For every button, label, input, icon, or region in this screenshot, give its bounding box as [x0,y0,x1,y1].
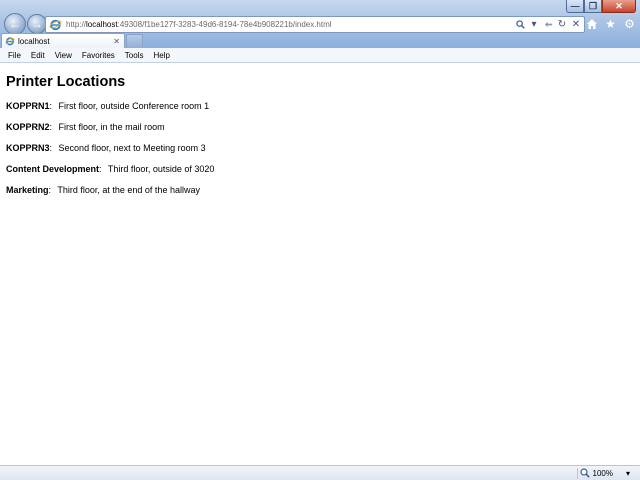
printer-name: Content Development [6,164,100,174]
separator: : [49,143,53,153]
zoom-magnifier-icon [579,468,590,478]
menu-tools[interactable]: Tools [120,51,149,60]
forward-button[interactable]: → [27,14,47,34]
minimize-icon: — [570,1,580,11]
zoom-control[interactable]: 100% ▾ [579,468,630,478]
menu-bar: File Edit View Favorites Tools Help [0,48,640,63]
location-item: KOPPRN2: First floor, in the mail room [6,122,634,133]
printer-location: First floor, outside Conference room 1 [58,101,210,111]
location-item: KOPPRN1: First floor, outside Conference… [6,101,634,112]
printer-location: First floor, in the mail room [58,122,165,132]
separator: : [48,185,52,195]
restore-icon: ❐ [588,0,598,11]
menu-favorites[interactable]: Favorites [77,51,120,60]
printer-location: Third floor, at the end of the hallway [57,185,200,195]
menu-view[interactable]: View [50,51,77,60]
printer-location: Second floor, next to Meeting room 3 [58,143,206,153]
tab-close-icon[interactable]: ✕ [113,37,120,46]
menu-file[interactable]: File [3,51,26,60]
separator: : [49,101,53,111]
location-item: Marketing: Third floor, at the end of th… [6,185,634,196]
tab-label: localhost [18,36,50,46]
status-divider [577,468,578,479]
home-icon[interactable] [585,17,598,30]
ie-logo-icon [49,19,62,31]
close-icon: ✕ [615,0,623,11]
url-text[interactable]: http://localhost:49308/f1be127f-3283-49d… [66,20,515,29]
url-prefix: http:// [66,20,87,29]
location-item: KOPPRN3: Second floor, next to Meeting r… [6,143,634,154]
compatibility-view-icon[interactable] [543,19,553,31]
ie-tab-icon [5,37,15,46]
url-host: localhost [86,20,118,29]
tools-gear-icon[interactable]: ⚙ [623,17,636,31]
maximize-button[interactable]: ❐ [584,0,602,13]
menu-help[interactable]: Help [148,51,174,60]
location-item: Content Development: Third floor, outsid… [6,164,634,175]
refresh-icon[interactable]: ↻ [557,19,567,31]
stop-icon[interactable]: ✕ [571,19,581,31]
printer-name: KOPPRN1 [6,101,50,111]
printer-name: Marketing [6,185,49,195]
close-window-button[interactable]: ✕ [602,0,636,13]
printer-location: Third floor, outside of 3020 [107,164,215,174]
back-button[interactable]: ← [4,13,26,35]
zoom-level: 100% [592,468,613,478]
tab-row: localhost ✕ [0,33,640,48]
forward-arrow-icon: → [31,17,43,31]
back-arrow-icon: ← [9,17,21,31]
search-icon[interactable] [515,19,525,31]
separator: : [49,122,53,132]
zoom-dropdown-icon[interactable]: ▾ [626,469,630,478]
new-tab-button[interactable] [126,34,143,47]
page-title: Printer Locations [6,74,126,90]
address-bar[interactable]: http://localhost:49308/f1be127f-3283-49d… [45,16,585,33]
menu-edit[interactable]: Edit [26,51,50,60]
tab-localhost[interactable]: localhost ✕ [1,33,125,48]
printer-name: KOPPRN2 [6,122,50,132]
separator: : [99,164,102,174]
url-path: :49308/f1be127f-3283-49d6-8194-78e4b9082… [117,20,332,29]
status-bar: 100% ▾ [0,465,640,480]
page-content: Printer Locations KOPPRN1: First floor, … [0,64,640,465]
minimize-button[interactable]: — [566,0,584,13]
favorites-star-icon[interactable]: ★ [604,17,617,31]
dropdown-arrow-icon[interactable]: ▾ [529,19,539,31]
printer-name: KOPPRN3 [6,143,50,153]
